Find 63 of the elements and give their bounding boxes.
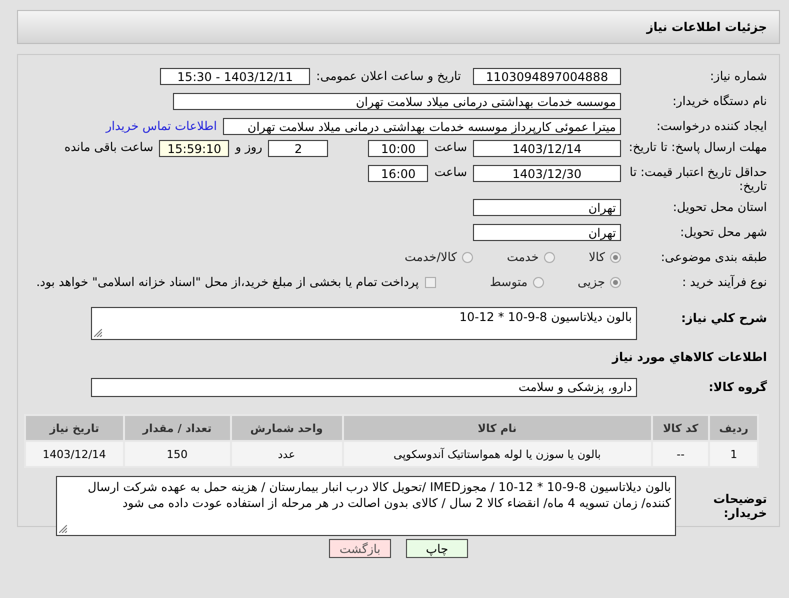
announce-date-field: 1403/12/11 - 15:30 [160,68,310,84]
radio-button[interactable] [544,252,555,262]
field-label: گروه کالا: [708,380,768,394]
creator-field: میترا عموئی کارپرداز موسسه خدمات بهداشتی درمانی میلاد سلامت تهران [223,118,621,134]
days-field: 2 [268,140,328,157]
field-label: شماره نیاز: [709,69,768,83]
table-cell: 150 [124,441,231,467]
summary-textarea[interactable]: بالون دیلاتاسیون 8-9-10 * 12-10 [91,307,637,340]
payment-note: پرداخت تمام یا بخشی از مبلغ خرید،از محل "اسناد خزانه اسلامی" خواهد بود. [36,275,419,289]
table-cell: عدد [230,441,343,467]
radio-button[interactable] [610,252,621,262]
validity-time-field: 16:00 [368,165,428,182]
field-label: نوع فرآیند خرید : [681,275,768,289]
radio-button[interactable] [532,276,544,288]
validity-date-field: 1403/12/30 [473,165,621,182]
column-header: نام کالا [342,415,652,441]
radio-button[interactable] [610,276,621,288]
buyer-notes-textarea[interactable]: بالون دیلاتاسیون 8-9-10 * 12-10 / مجوزIMED /تحویل کالا درب انبار بیمارستان / هزینه حمل به عهده شرکت ارسال کننده/ زمان تسویه 4 ماه/ انقضاء کالا 2 سال / کالای بدون اصالت در هر مرحله از استفاده عودت داده می شود [56,476,676,536]
column-header: کد کالا [652,415,710,441]
field-label: نام دستگاه خریدار: [672,94,768,108]
table-cell: -- [652,441,710,467]
time-label: ساعت [434,165,467,179]
radio-label: کالا [588,250,605,264]
page-title: جزئیات اطلاعات نیاز [646,20,767,34]
field-label: طبقه بندی موضوعی: [660,250,768,264]
field-label: مهلت ارسال پاسخ: تا تاریخ: [628,140,768,154]
table-cell: بالون یا سوزن یا لوله همواستاتیک آندوسکوپی [342,441,652,467]
time-label: ساعت [434,140,467,154]
radio-button[interactable] [462,252,473,262]
field-label: شهر محل تحویل: [679,225,768,239]
remaining-time-field: 15:59:10 [159,140,230,157]
back-button[interactable]: بازگشت [329,539,391,558]
section-title: اطلاعات کالاهاي مورد نياز [610,350,768,364]
resize-grip-icon[interactable] [94,329,102,337]
column-header: تاریخ نیاز [25,415,124,441]
table-cell: 1403/12/14 [25,441,124,467]
column-header: ردیف [709,415,758,441]
days-label: روز و [235,140,262,154]
buyer-contact-link[interactable]: اطلاعات تماس خریدار [106,119,217,133]
city-field: تهران [473,224,621,240]
reply-time-field: 10:00 [368,140,428,157]
field-label: استان محل تحویل: [672,200,768,214]
goods-group-field: دارو، پزشکی و سلامت [91,378,637,396]
radio-label: کالا/خدمت [404,250,457,264]
field-label: ایجاد کننده درخواست: [655,119,768,133]
column-header: تعداد / مقدار [124,415,231,441]
radio-label: متوسط [490,275,528,289]
field-label: توضیحات خریدار: [712,492,768,520]
need-number-field: 1103094897004888 [473,68,621,84]
buyer-org-field: موسسه خدمات بهداشتی درمانی میلاد سلامت تهران [173,92,621,110]
field-label: تاریخ و ساعت اعلان عمومی: [316,69,461,83]
table-cell: 1 [709,441,758,467]
radio-label: خدمت [506,250,539,264]
print-button[interactable]: چاپ [406,539,468,558]
province-field: تهران [473,198,621,216]
remaining-label: ساعت باقی مانده [64,140,154,154]
field-label: حداقل تاریخ اعتبار قیمت: تا تاریخ: [628,165,768,193]
reply-date-field: 1403/12/14 [473,140,621,157]
column-header: واحد شمارش [230,415,343,441]
payment-checkbox[interactable] [424,276,436,288]
resize-grip-icon[interactable] [59,525,67,533]
radio-label: جزیی [578,275,605,289]
field-label: شرح کلي نياز: [680,310,768,325]
